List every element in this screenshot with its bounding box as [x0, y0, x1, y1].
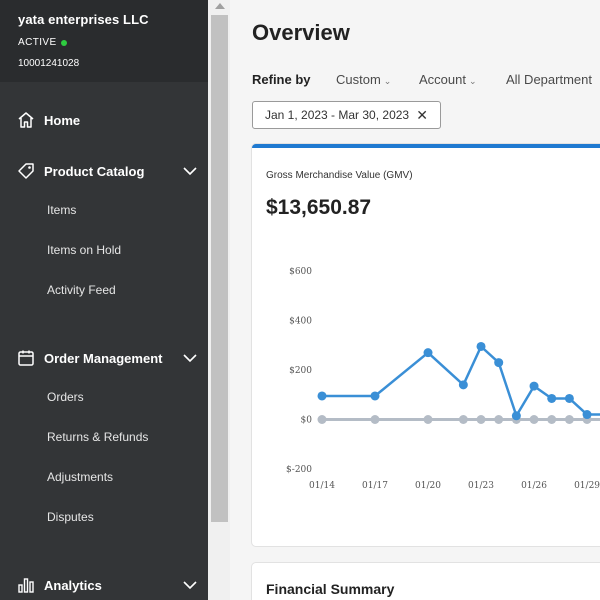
chevron-down-icon: ⌄ — [468, 76, 477, 86]
sidebar-item-items[interactable]: Items — [47, 203, 76, 217]
filter-label: Custom — [336, 72, 381, 87]
gmv-series-line — [322, 345, 600, 418]
home-icon — [16, 110, 36, 130]
sidebar: yata enterprises LLC ACTIVE 10001241028 … — [0, 0, 208, 600]
baseline-data-point — [529, 415, 539, 424]
card-title: Financial Summary — [266, 581, 395, 597]
date-range-label: Jan 1, 2023 - Mar 30, 2023 — [265, 108, 410, 122]
close-icon[interactable]: ✕ — [416, 107, 428, 124]
y-tick-label: $600 — [289, 267, 312, 277]
y-tick-label: $0 — [301, 416, 313, 426]
gmv-data-point — [476, 341, 486, 351]
refine-label: Refine by — [252, 72, 311, 87]
y-tick-label: $-200 — [286, 465, 312, 475]
chevron-down-icon: ⌄ — [383, 76, 392, 86]
gmv-card: Gross Merchandise Value (GMV) $13,650.87… — [252, 144, 600, 546]
gmv-data-point — [547, 393, 557, 403]
account-header[interactable]: yata enterprises LLC ACTIVE 10001241028 — [0, 0, 208, 82]
baseline-data-point — [494, 415, 504, 424]
filter-custom-dropdown[interactable]: Custom ⌄ — [336, 72, 391, 87]
baseline-data-point — [317, 415, 327, 424]
sidebar-scrollbar-thumb[interactable] — [211, 15, 228, 522]
chevron-down-icon[interactable] — [182, 350, 198, 366]
account-id: 10001241028 — [18, 58, 80, 69]
gmv-data-point — [458, 380, 468, 390]
sidebar-item-adjustments[interactable]: Adjustments — [47, 470, 113, 484]
filter-label: Account — [419, 72, 466, 87]
account-status: ACTIVE — [18, 37, 190, 48]
gmv-data-point — [529, 381, 539, 391]
account-status-label: ACTIVE — [18, 37, 57, 48]
x-tick-label: 01/23 — [468, 481, 494, 491]
account-name: yata enterprises LLC — [18, 12, 149, 27]
baseline-data-point — [547, 415, 557, 424]
tag-icon — [16, 161, 36, 181]
page-title: Overview — [252, 20, 350, 45]
sidebar-item-order-management[interactable]: Order Management — [0, 343, 208, 373]
gmv-data-point — [370, 391, 380, 401]
gmv-data-point — [423, 348, 433, 358]
x-tick-label: 01/26 — [521, 481, 547, 491]
filter-account-dropdown[interactable]: Account ⌄ — [419, 72, 477, 87]
gmv-line-chart: $-200 $0 $200 $400 $600 01/14 01/17 01/20 01/23 0… — [286, 267, 600, 491]
gmv-data-point — [564, 393, 574, 403]
x-tick-label: 01/14 — [309, 481, 335, 491]
sidebar-item-items-on-hold[interactable]: Items on Hold — [47, 243, 121, 257]
date-range-chip[interactable]: Jan 1, 2023 - Mar 30, 2023 ✕ — [252, 101, 441, 129]
x-tick-label: 01/17 — [362, 481, 388, 491]
chevron-down-icon[interactable] — [182, 577, 198, 593]
calendar-icon — [16, 348, 36, 368]
baseline-data-point — [476, 415, 486, 424]
gmv-data-point — [511, 411, 521, 421]
x-tick-label: 01/20 — [415, 481, 441, 491]
filter-label: All Department — [506, 72, 592, 87]
gmv-data-point — [494, 358, 504, 368]
y-tick-label: $400 — [289, 317, 312, 327]
sidebar-item-returns-refunds[interactable]: Returns & Refunds — [47, 430, 148, 444]
sidebar-item-label: Home — [44, 112, 81, 128]
chevron-down-icon[interactable] — [182, 163, 198, 179]
main-content: Overview Refine by Custom ⌄ Account ⌄ All … — [230, 0, 600, 600]
sidebar-item-label: Product Catalog — [44, 163, 145, 179]
gmv-data-point — [317, 391, 327, 401]
baseline-data-point — [458, 415, 468, 424]
y-tick-label: $200 — [289, 366, 312, 376]
gmv-data-point — [582, 410, 592, 420]
status-dot-icon — [60, 39, 67, 46]
sidebar-item-activity-feed[interactable]: Activity Feed — [47, 283, 116, 297]
sidebar-item-label: Analytics — [44, 577, 102, 593]
financial-summary-card: Financial Summary — [252, 563, 600, 600]
filter-department-dropdown[interactable]: All Department — [506, 72, 592, 87]
sidebar-item-label: Order Management — [44, 350, 163, 366]
sidebar-item-analytics[interactable]: Analytics — [0, 570, 208, 600]
sidebar-item-disputes[interactable]: Disputes — [47, 510, 94, 524]
sidebar-item-home[interactable]: Home — [0, 105, 208, 135]
baseline-data-point — [564, 415, 574, 424]
x-tick-label: 01/29 — [574, 481, 600, 491]
sidebar-item-orders[interactable]: Orders — [47, 390, 84, 404]
sidebar-item-product-catalog[interactable]: Product Catalog — [0, 156, 208, 186]
scroll-up-arrow-icon[interactable] — [215, 3, 225, 9]
baseline-data-point — [423, 415, 433, 424]
baseline-data-point — [370, 415, 380, 424]
bar-chart-icon — [16, 575, 36, 595]
